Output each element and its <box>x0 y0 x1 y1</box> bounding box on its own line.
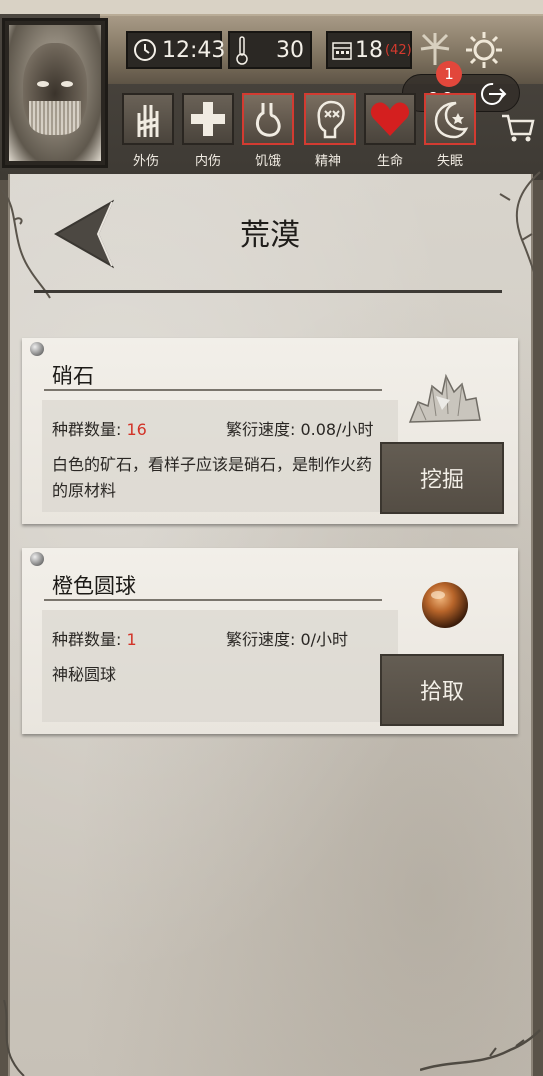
population-row: 种群数量: 16 <box>52 416 147 440</box>
status-label: 饥饿 <box>254 154 281 169</box>
name-divider <box>44 599 382 601</box>
population-label: 种群数量: <box>52 630 127 649</box>
beard <box>29 101 81 135</box>
population-value: 1 <box>126 630 137 649</box>
back-button[interactable] <box>52 198 116 270</box>
resource-description: 神秘圆球 <box>52 665 117 684</box>
orange-orb-icon <box>420 580 470 634</box>
vine-decoration-icon <box>499 171 541 279</box>
shopping-cart-icon[interactable] <box>500 112 536 148</box>
character-portrait[interactable] <box>2 18 108 168</box>
thermometer-icon <box>234 35 250 65</box>
clock-value: 12:43 <box>162 37 226 63</box>
heart-icon[interactable] <box>364 93 416 145</box>
clock-icon <box>132 37 158 63</box>
pin-icon <box>30 552 44 566</box>
system-status-strip <box>0 0 543 14</box>
name-divider <box>44 389 382 391</box>
population-value: 16 <box>126 420 147 439</box>
status-label: 精神 <box>314 154 341 169</box>
resource-name: 硝石 <box>52 364 94 388</box>
notification-badge: 1 <box>436 61 462 87</box>
resource-name: 橙色圆球 <box>52 574 136 598</box>
eye-right <box>61 81 73 87</box>
calendar-icon <box>331 39 353 61</box>
injury-external-icon[interactable] <box>122 93 174 145</box>
hunger-icon[interactable] <box>242 93 294 145</box>
population-row: 种群数量: 1 <box>52 626 137 650</box>
title-divider <box>34 290 502 293</box>
vine-decoration-icon <box>420 1029 541 1072</box>
insomnia-icon[interactable] <box>424 93 476 145</box>
temperature-value: 30 <box>276 37 304 63</box>
day-counter-box: 18 (42) <box>326 31 412 69</box>
day-extra: (42) <box>385 42 412 58</box>
injury-internal-icon[interactable] <box>182 93 234 145</box>
crystal-ore-icon <box>406 366 482 434</box>
temperature-box: 30 <box>228 31 312 69</box>
status-label: 生命 <box>376 154 403 169</box>
vine-decoration-icon <box>3 1000 25 1076</box>
exit-icon[interactable] <box>479 81 507 111</box>
status-label: 失眠 <box>436 154 463 169</box>
status-label: 内伤 <box>194 154 221 169</box>
resource-card: 硝石 种群数量: 16 繁衍速度: 0.08/小时 白色的矿石，看样子应该是硝石… <box>22 338 518 524</box>
clock-box: 12:43 <box>126 31 226 69</box>
sun-icon[interactable] <box>462 28 506 72</box>
mental-icon[interactable] <box>304 93 356 145</box>
status-label: 外伤 <box>132 154 159 169</box>
population-label: 种群数量: <box>52 420 127 439</box>
page-title: 荒漠 <box>240 218 300 253</box>
back-arrow-icon <box>53 199 115 269</box>
resource-card: 橙色圆球 种群数量: 1 繁衍速度: 0/小时 神秘圆球 拾取 <box>22 548 518 734</box>
face-icon <box>23 43 87 135</box>
eye-left <box>37 81 49 87</box>
portrait-image <box>9 25 101 161</box>
pick-up-button[interactable]: 拾取 <box>380 654 504 726</box>
growth-rate: 繁衍速度: 0/小时 <box>226 630 349 649</box>
dig-button[interactable]: 挖掘 <box>380 442 504 514</box>
pin-icon <box>30 342 44 356</box>
vine-decoration-icon <box>1 189 51 299</box>
day-value: 18 <box>355 37 383 63</box>
growth-rate: 繁衍速度: 0.08/小时 <box>226 420 374 439</box>
resource-description: 白色的矿石，看样子应该是硝石，是制作火药的原材料 <box>52 455 373 500</box>
